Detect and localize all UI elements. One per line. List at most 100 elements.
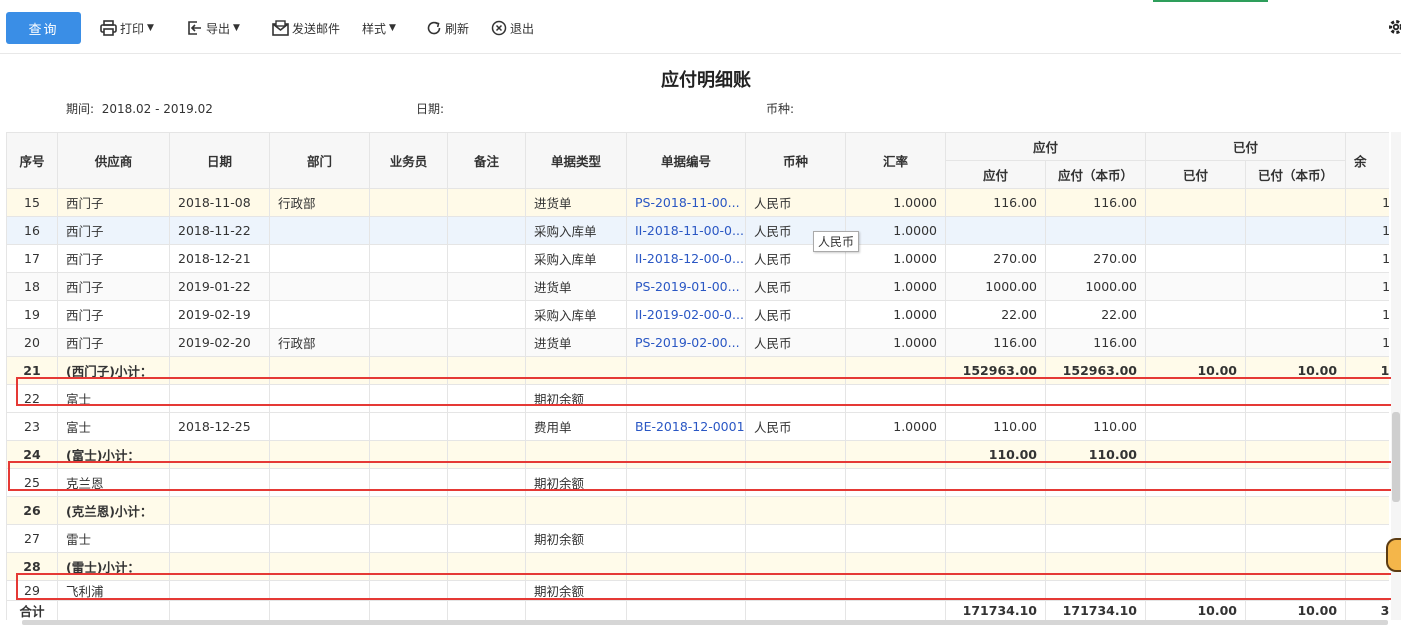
cell-vendor[interactable]: (富士)小计：	[57, 440, 170, 469]
cell-pd[interactable]	[1145, 440, 1247, 469]
cell-no[interactable]: 16	[6, 216, 58, 245]
cell-empty[interactable]	[369, 328, 448, 357]
cell-doc[interactable]: II-2018-11-00-0...	[626, 216, 746, 245]
cell-dept[interactable]	[269, 384, 370, 413]
cell-dept[interactable]: 行政部	[269, 328, 370, 357]
assistant-mascot-icon[interactable]	[1386, 538, 1401, 572]
header-date[interactable]: 日期	[169, 132, 270, 189]
table-row[interactable]: 16 西门子 2018-11-22 采购入库单 II-2018-11-00-0... 人民…	[6, 216, 1389, 245]
cell-ap[interactable]: 110.00	[945, 412, 1046, 441]
cell-pdb[interactable]	[1245, 552, 1347, 581]
cell-apb[interactable]	[1044, 580, 1147, 601]
cell-no[interactable]: 28	[6, 552, 58, 581]
cell-apb[interactable]: 22.00	[1044, 300, 1147, 329]
cell-no[interactable]: 26	[6, 496, 58, 525]
cell-cur[interactable]	[745, 384, 846, 413]
cell-rate[interactable]	[845, 524, 946, 553]
cell-cur[interactable]: 人民币	[745, 328, 846, 357]
cell-apb[interactable]: 152963.00	[1044, 356, 1147, 385]
cell-pd[interactable]	[1145, 300, 1247, 329]
cell-vendor[interactable]: 富士	[57, 384, 170, 413]
cell-rate[interactable]	[845, 552, 946, 581]
cell-pd[interactable]	[1145, 188, 1247, 217]
cell-pdb[interactable]	[1245, 524, 1347, 553]
table-row[interactable]: 25克兰恩 期初余额 3	[6, 468, 1389, 497]
cell-vendor[interactable]: 富士	[57, 412, 170, 441]
table-row[interactable]: 22富士 期初余额 2	[6, 384, 1389, 413]
cell-empty[interactable]	[447, 244, 526, 273]
cell-pd[interactable]	[1145, 244, 1247, 273]
cell-vendor[interactable]: 雷士	[57, 524, 170, 553]
table-row[interactable]: 19 西门子 2019-02-19 采购入库单 II-2019-02-00-0... 人民…	[6, 300, 1389, 329]
cell-bal[interactable]: 19	[1345, 272, 1389, 301]
cell-empty[interactable]	[369, 216, 448, 245]
cell-ap[interactable]: 116.00	[945, 188, 1046, 217]
header-currency[interactable]: 币种	[745, 132, 846, 189]
cell-vendor[interactable]: (克兰恩)小计：	[57, 496, 170, 525]
cell-apb[interactable]	[1044, 524, 1147, 553]
header-no[interactable]: 序号	[6, 132, 58, 189]
cell-rate[interactable]	[845, 468, 946, 497]
cell-doc[interactable]	[626, 384, 746, 413]
print-button[interactable]: 打印 ▼	[100, 16, 154, 40]
header-payable[interactable]: 应付	[945, 160, 1046, 189]
cell-date[interactable]: 2018-12-25	[169, 412, 270, 441]
cell-ap[interactable]	[945, 384, 1046, 413]
cell-pd[interactable]	[1145, 468, 1247, 497]
cell-rate[interactable]: 1.0000	[845, 300, 946, 329]
export-button[interactable]: 导出 ▼	[186, 16, 240, 40]
cell-doc[interactable]	[626, 356, 746, 385]
cell-rate[interactable]: 1.0000	[845, 412, 946, 441]
cell-empty[interactable]	[447, 524, 526, 553]
cell-apb[interactable]: 116.00	[1044, 328, 1147, 357]
cell-vendor[interactable]: 西门子	[57, 272, 170, 301]
cell-date[interactable]	[169, 356, 270, 385]
cell-empty[interactable]	[369, 524, 448, 553]
table-row[interactable]: 27雷士 期初余额 4	[6, 524, 1389, 553]
cell-ap[interactable]	[945, 524, 1046, 553]
cell-no[interactable]: 25	[6, 468, 58, 497]
cell-cur[interactable]	[745, 580, 846, 601]
cell-bal[interactable]: 19	[1345, 188, 1389, 217]
cell-rate[interactable]	[845, 356, 946, 385]
cell-type[interactable]: 采购入库单	[525, 300, 627, 329]
cell-empty[interactable]	[369, 580, 448, 601]
cell-vendor[interactable]: 飞利浦	[57, 580, 170, 601]
cell-bal[interactable]: 2	[1345, 440, 1389, 469]
scroll-thumb[interactable]	[1392, 412, 1400, 502]
cell-apb[interactable]: 116.00	[1044, 188, 1147, 217]
cell-bal[interactable]: 4	[1345, 552, 1389, 581]
cell-dept[interactable]	[269, 580, 370, 601]
cell-cur[interactable]	[745, 468, 846, 497]
cell-dept[interactable]	[269, 244, 370, 273]
cell-dept[interactable]	[269, 524, 370, 553]
cell-type[interactable]: 期初余额	[525, 524, 627, 553]
cell-no[interactable]: 27	[6, 524, 58, 553]
cell-ap[interactable]	[945, 216, 1046, 245]
gear-icon[interactable]	[1387, 16, 1401, 38]
cell-dept[interactable]	[269, 272, 370, 301]
cell-date[interactable]	[169, 524, 270, 553]
cell-bal[interactable]: 2	[1345, 412, 1389, 441]
cell-bal[interactable]: 19	[1345, 356, 1389, 385]
cell-pdb[interactable]	[1245, 216, 1347, 245]
cell-pd[interactable]: 10.00	[1145, 356, 1247, 385]
cell-type[interactable]: 采购入库单	[525, 244, 627, 273]
cell-bal[interactable]: 3	[1345, 496, 1389, 525]
cell-apb[interactable]: 110.00	[1044, 412, 1147, 441]
cell-pdb[interactable]	[1245, 440, 1347, 469]
cell-ap[interactable]: 22.00	[945, 300, 1046, 329]
header-paid-base[interactable]: 已付（本币）	[1245, 160, 1347, 189]
cell-apb[interactable]: 1000.00	[1044, 272, 1147, 301]
cell-type[interactable]: 进货单	[525, 272, 627, 301]
cell-empty[interactable]	[369, 440, 448, 469]
table-row[interactable]: 15 西门子 2018-11-08 行政部 进货单 PS-2018-11-00... 人民币…	[6, 188, 1389, 217]
cell-bal[interactable]: 2	[1345, 384, 1389, 413]
cell-date[interactable]: 2018-11-22	[169, 216, 270, 245]
cell-rate[interactable]: 1.0000	[845, 272, 946, 301]
cell-type[interactable]: 期初余额	[525, 384, 627, 413]
cell-ap[interactable]: 1000.00	[945, 272, 1046, 301]
cell-ap[interactable]	[945, 552, 1046, 581]
cell-pd[interactable]	[1145, 552, 1247, 581]
cell-dept[interactable]	[269, 440, 370, 469]
